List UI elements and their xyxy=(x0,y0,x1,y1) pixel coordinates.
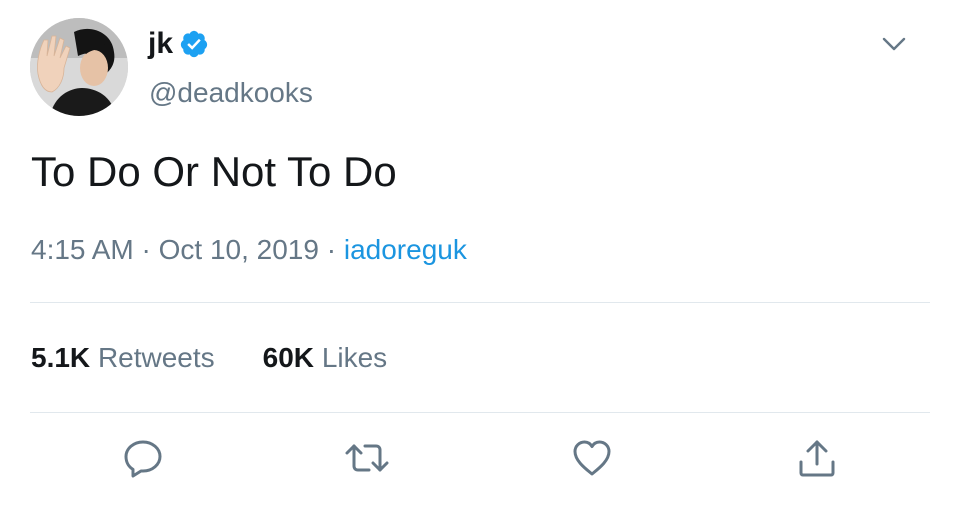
likes-count: 60K xyxy=(262,342,315,373)
verified-badge-icon xyxy=(179,29,209,59)
likes-stat[interactable]: 60K Likes xyxy=(263,340,388,376)
share-button[interactable] xyxy=(793,434,841,482)
tweet-date[interactable]: Oct 10, 2019 xyxy=(159,234,319,265)
chevron-down-icon[interactable] xyxy=(880,30,908,58)
like-button[interactable] xyxy=(568,434,616,482)
share-icon xyxy=(799,440,835,477)
user-handle[interactable]: @deadkooks xyxy=(149,76,313,110)
meta-separator: · xyxy=(326,234,344,265)
tweet-text: To Do Or Not To Do xyxy=(31,148,397,195)
retweets-label: Retweets xyxy=(97,342,215,373)
reply-icon xyxy=(124,440,162,478)
retweets-count: 5.1K xyxy=(31,342,91,373)
heart-icon xyxy=(573,440,611,476)
tweet-source-link[interactable]: iadoreguk xyxy=(344,234,467,265)
tweet-stats: 5.1K Retweets 60K Likes xyxy=(31,340,387,376)
avatar-photo xyxy=(30,18,128,116)
meta-separator: · xyxy=(141,234,159,265)
retweet-button[interactable] xyxy=(343,434,391,482)
reply-button[interactable] xyxy=(119,434,167,482)
likes-label: Likes xyxy=(321,342,388,373)
display-name[interactable]: jk xyxy=(148,26,173,62)
tweet-card: jk @deadkooks To Do Or Not To Do 4:15 AM… xyxy=(0,0,960,510)
divider xyxy=(30,302,930,303)
avatar[interactable] xyxy=(30,18,128,116)
retweets-stat[interactable]: 5.1K Retweets xyxy=(31,340,215,376)
retweet-icon xyxy=(345,444,389,472)
divider xyxy=(30,412,930,413)
tweet-meta: 4:15 AM · Oct 10, 2019 · iadoreguk xyxy=(31,232,467,268)
author-name-row[interactable]: jk xyxy=(148,26,209,62)
tweet-actions xyxy=(0,434,960,482)
tweet-time[interactable]: 4:15 AM xyxy=(31,234,134,265)
